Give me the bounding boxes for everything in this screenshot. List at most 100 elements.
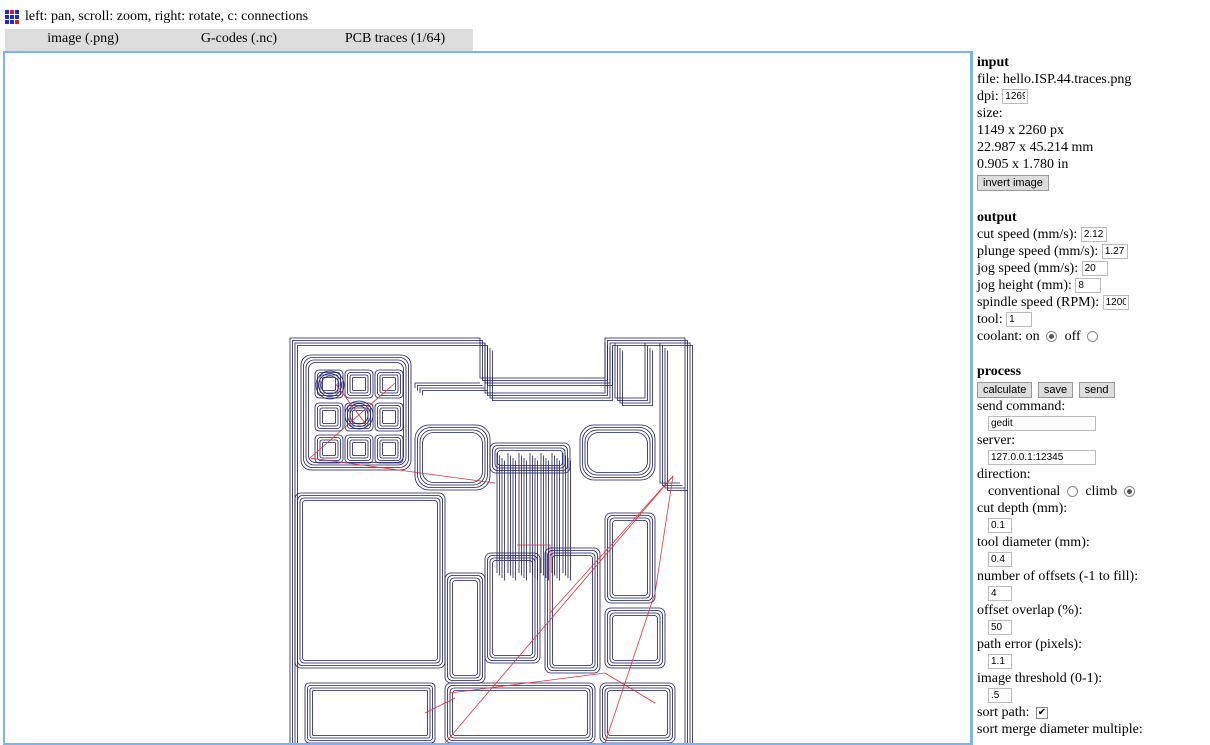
send-button[interactable]: send	[1078, 382, 1115, 398]
calculate-button[interactable]: calculate	[977, 382, 1033, 398]
invert-image-button[interactable]: invert image	[977, 175, 1049, 191]
pad	[352, 377, 366, 391]
jog-speed-label: jog speed (mm/s):	[977, 261, 1079, 276]
pad	[599, 682, 676, 743]
pad	[347, 405, 371, 429]
trace	[617, 345, 648, 401]
coolant-off-radio[interactable]	[1087, 331, 1099, 343]
trace	[614, 343, 646, 399]
trace-block	[612, 520, 648, 596]
send-command-input[interactable]	[988, 416, 1096, 432]
trace-block	[607, 515, 653, 601]
trace-block	[609, 517, 651, 599]
toolpath-viewer[interactable]	[3, 51, 973, 745]
size-px: 1149 x 2260 px	[977, 123, 1064, 138]
server-input[interactable]	[988, 450, 1096, 466]
help-text: left: pan, scroll: zoom, right: rotate, …	[25, 9, 309, 24]
settings-panel: input file: hello.ISP.44.traces.png dpi:…	[977, 54, 1210, 738]
pad	[587, 432, 648, 473]
pad	[377, 372, 401, 396]
ground-region	[297, 495, 443, 666]
pad	[579, 424, 656, 481]
tool-input[interactable]	[1006, 312, 1033, 328]
pad	[322, 442, 336, 456]
pad	[607, 690, 668, 736]
coolant-on-radio[interactable]	[1046, 331, 1058, 343]
save-button[interactable]: save	[1037, 382, 1074, 398]
pad	[347, 372, 371, 396]
pad	[422, 432, 483, 483]
spindle-speed-label: spindle speed (RPM):	[977, 295, 1100, 310]
pad	[314, 402, 344, 432]
pad	[309, 687, 431, 739]
ground-region	[302, 500, 438, 661]
pad	[314, 434, 344, 464]
trace	[622, 350, 653, 406]
pad	[374, 369, 404, 399]
tab-gcodes[interactable]: G-codes (.nc)	[161, 29, 317, 51]
pad-cluster	[303, 357, 409, 468]
size-label: size:	[977, 106, 1003, 121]
cut-depth-label: cut depth (mm):	[977, 501, 1068, 516]
direction-label: direction:	[977, 467, 1031, 482]
conventional-radio[interactable]	[1066, 486, 1078, 498]
pad	[352, 442, 366, 456]
plunge-speed-input[interactable]	[1101, 244, 1128, 260]
size-mm: 22.987 x 45.214 mm	[977, 140, 1094, 155]
dpi-label: dpi:	[977, 89, 999, 104]
jog-speed-input[interactable]	[1081, 261, 1108, 277]
tool-diameter-input[interactable]	[988, 552, 1012, 568]
trace-block	[452, 580, 478, 676]
ground-region	[299, 497, 441, 664]
trace-block	[484, 552, 541, 664]
pad	[377, 405, 401, 429]
pad	[344, 434, 374, 464]
trace	[667, 350, 688, 491]
pad	[582, 427, 653, 478]
threshold-input[interactable]	[988, 688, 1012, 704]
spindle-speed-input[interactable]	[1102, 295, 1129, 311]
pad	[452, 690, 588, 736]
tab-pcb-traces[interactable]: PCB traces (1/64)	[317, 29, 473, 51]
pad	[602, 685, 673, 741]
pad	[307, 685, 433, 741]
path-error-input[interactable]	[988, 654, 1012, 670]
climb-radio[interactable]	[1123, 486, 1135, 498]
pad	[417, 427, 488, 488]
sort-path-checkbox[interactable]: ✔	[1036, 706, 1048, 719]
pad	[344, 369, 374, 399]
overlap-input[interactable]	[988, 620, 1012, 636]
threshold-label: image threshold (0-1):	[977, 671, 1103, 686]
header-bar: left: pan, scroll: zoom, right: rotate, …	[5, 8, 308, 26]
jog-height-input[interactable]	[1075, 278, 1102, 294]
offsets-input[interactable]	[988, 586, 1012, 602]
trace-block	[604, 607, 666, 669]
tab-image[interactable]: image (.png)	[5, 29, 161, 51]
offsets-label: number of offsets (-1 to fill):	[977, 569, 1139, 584]
pad	[374, 434, 404, 464]
trace-block	[449, 577, 481, 679]
pad	[419, 429, 486, 486]
pad	[347, 437, 371, 461]
trace	[662, 345, 683, 486]
dpi-input[interactable]	[1002, 89, 1029, 105]
board-outline	[289, 337, 686, 743]
trace	[619, 348, 651, 404]
cut-depth-input[interactable]	[988, 518, 1012, 534]
connection-move	[444, 475, 674, 743]
coolant-off-label: off	[1064, 329, 1081, 344]
ground-region	[294, 492, 446, 669]
pad-cluster	[305, 359, 407, 466]
connection-move	[424, 697, 456, 714]
app-grid-icon	[5, 10, 19, 24]
pad	[322, 410, 336, 424]
pad	[447, 685, 593, 741]
cut-speed-input[interactable]	[1080, 227, 1107, 243]
overlap-label: offset overlap (%):	[977, 603, 1083, 618]
tool-diameter-label: tool diameter (mm):	[977, 535, 1090, 550]
cut-speed-label: cut speed (mm/s):	[977, 227, 1078, 242]
trace-block	[609, 612, 661, 664]
conventional-label: conventional	[988, 484, 1061, 499]
pad	[382, 410, 396, 424]
pad	[322, 377, 336, 391]
